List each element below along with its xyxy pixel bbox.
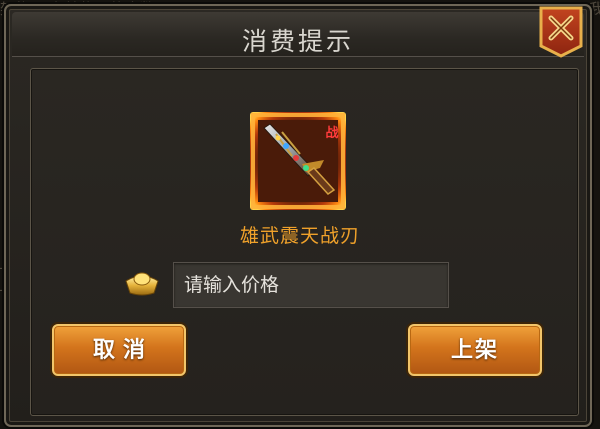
sword-icon: 战 (250, 112, 346, 210)
dialog-title: 消费提示 (241, 27, 354, 56)
cancel-button[interactable]: 取消 (52, 324, 186, 376)
dialog-titlebar: 消费提示 (12, 12, 584, 57)
close-button[interactable] (539, 6, 583, 58)
price-input[interactable] (173, 262, 449, 308)
item-name: 雄武震天战刃 (239, 225, 360, 247)
close-x-icon (539, 6, 583, 58)
gold-ingot-icon (124, 267, 160, 297)
item-slot[interactable]: 战 (248, 110, 348, 212)
item-badge: 战 (325, 125, 338, 141)
list-item-button[interactable]: 上架 (408, 324, 542, 376)
